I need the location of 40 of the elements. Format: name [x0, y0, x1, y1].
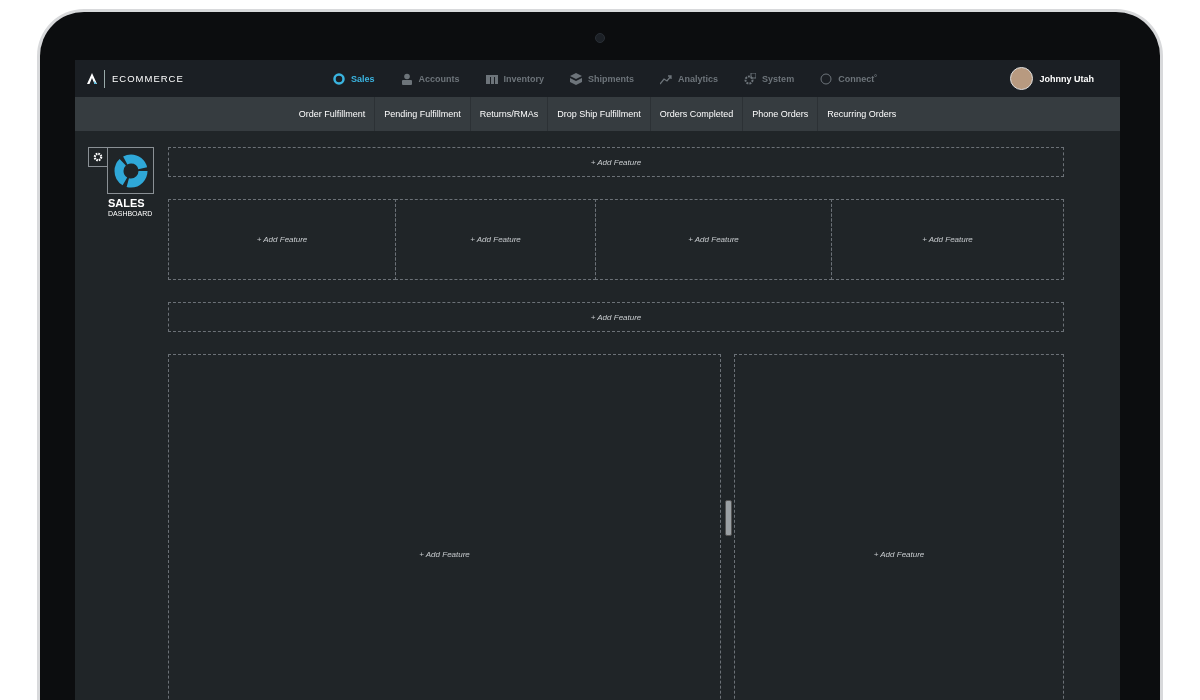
- nav-tab[interactable]: System: [744, 72, 795, 85]
- avatar[interactable]: [1010, 67, 1034, 90]
- sub-nav-link[interactable]: Order Fulfillment: [289, 97, 375, 131]
- nav-tab[interactable]: Connect˚: [820, 72, 878, 85]
- nav-tab[interactable]: Accounts: [400, 72, 460, 85]
- donut-icon: [113, 153, 148, 188]
- sub-nav-link[interactable]: Orders Completed: [649, 97, 743, 131]
- add-feature-link[interactable]: + Add Feature: [922, 235, 973, 244]
- add-feature-link[interactable]: + Add Feature: [470, 235, 521, 244]
- brand-name: ECOMMERCE: [104, 69, 184, 88]
- resize-handle[interactable]: [725, 500, 732, 536]
- circle-icon: [820, 72, 833, 85]
- camera-icon: [595, 33, 605, 43]
- add-feature-link[interactable]: + Add Feature: [419, 549, 470, 559]
- nav-tab[interactable]: Inventory: [485, 72, 545, 85]
- nav-tab[interactable]: Sales: [333, 72, 375, 85]
- logo-icon: [87, 73, 97, 84]
- user-name[interactable]: Johnny Utah: [1039, 73, 1094, 84]
- trend-icon: [660, 72, 673, 85]
- ring-icon: [333, 72, 345, 85]
- sub-nav-link[interactable]: Returns/RMAs: [469, 97, 548, 131]
- settings-icon: [93, 152, 103, 162]
- sub-nav-link[interactable]: Drop Ship Fulfillment: [547, 97, 650, 131]
- nav-tab[interactable]: Shipments: [570, 72, 635, 85]
- add-feature-link[interactable]: + Add Feature: [590, 312, 642, 322]
- dashboard-tile[interactable]: [107, 147, 154, 194]
- package-icon: [570, 72, 583, 85]
- gear-icon: [744, 72, 757, 85]
- add-feature-link[interactable]: + Add Feature: [688, 235, 739, 244]
- person-icon: [400, 72, 413, 85]
- boxes-icon: [485, 72, 498, 85]
- add-feature-link[interactable]: + Add Feature: [873, 549, 925, 559]
- sub-nav-link[interactable]: Recurring Orders: [817, 97, 906, 131]
- nav-tab[interactable]: Analytics: [660, 72, 719, 85]
- add-feature-link[interactable]: + Add Feature: [256, 235, 308, 244]
- add-feature-link[interactable]: + Add Feature: [590, 157, 642, 167]
- settings-button[interactable]: [88, 147, 108, 167]
- dashboard-title: SALES: [108, 197, 145, 209]
- sub-nav-link[interactable]: Phone Orders: [742, 97, 818, 131]
- sub-nav-link[interactable]: Pending Fulfillment: [374, 97, 470, 131]
